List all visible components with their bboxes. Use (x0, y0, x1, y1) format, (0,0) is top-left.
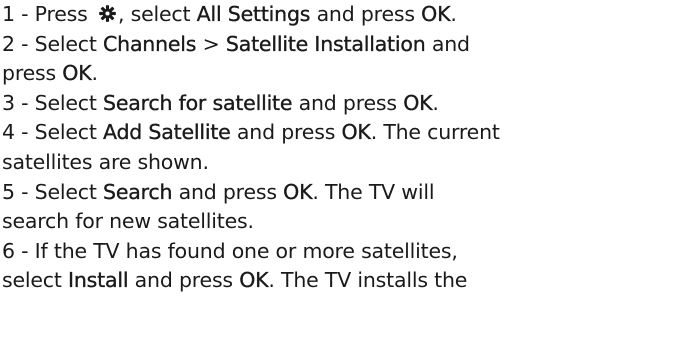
step-text: and press (128, 268, 240, 293)
step-text: . The current (370, 120, 500, 145)
step-6-line-2: select Install and press OK. The TV inst… (0, 266, 678, 296)
ok-key-term: OK (283, 179, 313, 204)
ok-key-term: OK (341, 120, 371, 145)
ok-key-term: OK (403, 90, 433, 115)
gear-icon (98, 4, 117, 23)
step-3-line-1: 3 - Select Search for satellite and pres… (0, 89, 678, 119)
step-4-line-1: 4 - Select Add Satellite and press OK. T… (0, 118, 678, 148)
instructions-document: 1 - Press , select All Settings and pres… (0, 0, 678, 338)
step-text: 6 - If the TV has found one or more sate… (2, 238, 458, 263)
step-text: and press (292, 90, 404, 115)
step-5-line-1: 5 - Select Search and press OK. The TV w… (0, 178, 678, 208)
step-2-line-1: 2 - Select Channels > Satellite Installa… (0, 30, 678, 60)
step-text: and press (172, 179, 284, 204)
step-2-line-2: press OK. (0, 59, 678, 89)
step-text: satellites are shown. (2, 149, 209, 174)
step-text: 4 - Select (2, 120, 104, 145)
step-5-line-2: search for new satellites. (0, 207, 678, 237)
step-text: search for new satellites. (2, 209, 254, 234)
step-text: > (196, 31, 226, 56)
menu-term: Add Satellite (103, 120, 231, 145)
step-text: . The TV will (312, 179, 435, 204)
step-text: select (2, 268, 69, 293)
step-4-line-2: satellites are shown. (0, 148, 678, 178)
ok-key-term: OK (239, 268, 269, 293)
step-text: 2 - Select (2, 31, 104, 56)
step-text: and press (310, 2, 422, 26)
step-text: 5 - Select (2, 179, 104, 204)
menu-term: Channels (103, 31, 197, 56)
step-text: . The TV installs the (268, 268, 468, 293)
menu-term: Search for satellite (103, 90, 293, 115)
step-text: . (432, 90, 439, 115)
step-text: and (425, 31, 470, 56)
step-6-line-1: 6 - If the TV has found one or more sate… (0, 237, 678, 267)
menu-term: Search (103, 179, 173, 204)
step-text: . (91, 61, 98, 86)
step-text: . (450, 2, 457, 26)
step-text: 3 - Select (2, 90, 104, 115)
ok-key-term: OK (62, 61, 92, 86)
menu-term: Satellite Installation (225, 31, 426, 56)
step-text: , select (117, 2, 197, 26)
step-text: press (2, 61, 63, 86)
ok-key-term: OK (421, 2, 451, 26)
step-text: 1 - Press (2, 2, 94, 26)
menu-term: Install (68, 268, 129, 293)
step-text: and press (230, 120, 342, 145)
menu-term: All Settings (196, 2, 311, 26)
step-1-line-1: 1 - Press , select All Settings and pres… (0, 0, 678, 30)
